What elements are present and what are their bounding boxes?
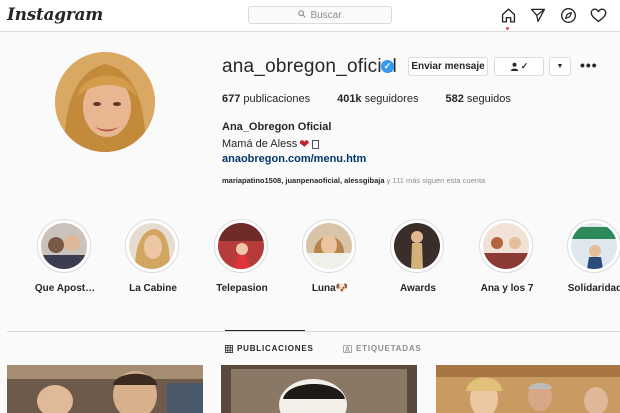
highlight-telepasion[interactable]: Telepasion (214, 219, 270, 294)
highlight-label: Luna🐶 (311, 283, 349, 294)
following-button[interactable]: ✓ (494, 57, 544, 76)
highlight-la-cabine[interactable]: La Cabine (125, 219, 181, 294)
more-options-icon[interactable]: ••• (580, 57, 598, 73)
highlight-solidaridad[interactable]: Solidaridad (567, 219, 620, 294)
profile-bio: Mamá de Aless ❤ (222, 137, 320, 151)
highlight-label: Ana y los 7 (480, 283, 534, 294)
profile-avatar[interactable] (55, 52, 155, 152)
profile-username: ana_obregon_oficial (222, 56, 397, 77)
highlight-label: Solidaridad (567, 283, 620, 294)
tagged-user-icon (343, 344, 352, 353)
home-icon[interactable] (498, 5, 518, 30)
highlight-label: La Cabine (129, 283, 177, 294)
followed-by-text[interactable]: mariapatino1508, juanpenaoficial, alessg… (222, 176, 485, 185)
suggested-dropdown-button[interactable]: ▼ (549, 57, 571, 76)
tab-publicaciones[interactable]: PUBLICACIONES (225, 344, 314, 353)
tab-etiquetadas[interactable]: ETIQUETADAS (343, 344, 422, 353)
instagram-logo[interactable]: Instagram (7, 5, 103, 25)
profile-website-link[interactable]: anaobregon.com/menu.htm (222, 153, 366, 165)
active-tab-indicator (225, 330, 305, 331)
grid-icon (225, 344, 233, 353)
highlight-ana-y-los-7[interactable]: Ana y los 7 (479, 219, 535, 294)
search-input[interactable]: Buscar (248, 6, 392, 24)
direct-icon[interactable] (528, 5, 548, 25)
followers-stat[interactable]: 401k seguidores (337, 93, 418, 105)
search-placeholder: Buscar (310, 9, 342, 21)
post-thumbnail[interactable] (221, 365, 417, 413)
highlight-label: Awards (400, 283, 436, 294)
post-thumbnail[interactable] (436, 365, 620, 413)
highlight-awards[interactable]: Awards (390, 219, 446, 294)
search-icon (298, 10, 307, 20)
unrendered-emoji-icon (312, 139, 320, 149)
person-icon (510, 62, 518, 71)
top-nav: Instagram Buscar (0, 0, 620, 32)
send-message-button[interactable]: Enviar mensaje (408, 57, 488, 76)
red-heart-icon: ❤ (299, 137, 310, 151)
highlight-label: Telepasion (216, 283, 268, 294)
activity-heart-icon[interactable] (588, 5, 608, 25)
highlight-que-apost[interactable]: Que Apost… (35, 219, 95, 294)
explore-icon[interactable] (558, 5, 578, 25)
highlight-luna[interactable]: Luna🐶 (302, 219, 358, 294)
check-icon: ✓ (520, 61, 529, 71)
posts-stat: 677 publicaciones (222, 93, 311, 105)
following-stat[interactable]: 582 seguidos (445, 93, 510, 105)
verified-badge-icon: ✓ (381, 60, 394, 73)
profile-stats: 677 publicaciones 401k seguidores 582 se… (222, 93, 538, 105)
profile-full-name: Ana_Obregon Oficial (222, 121, 332, 133)
nav-icons (498, 5, 608, 30)
post-thumbnail[interactable] (7, 365, 203, 413)
triangle-down-icon: ▼ (556, 63, 564, 70)
bio-text: Mamá de Aless (222, 138, 298, 150)
highlight-label: Que Apost… (34, 283, 96, 294)
notification-dot (506, 27, 509, 30)
tabs-divider (7, 331, 620, 332)
